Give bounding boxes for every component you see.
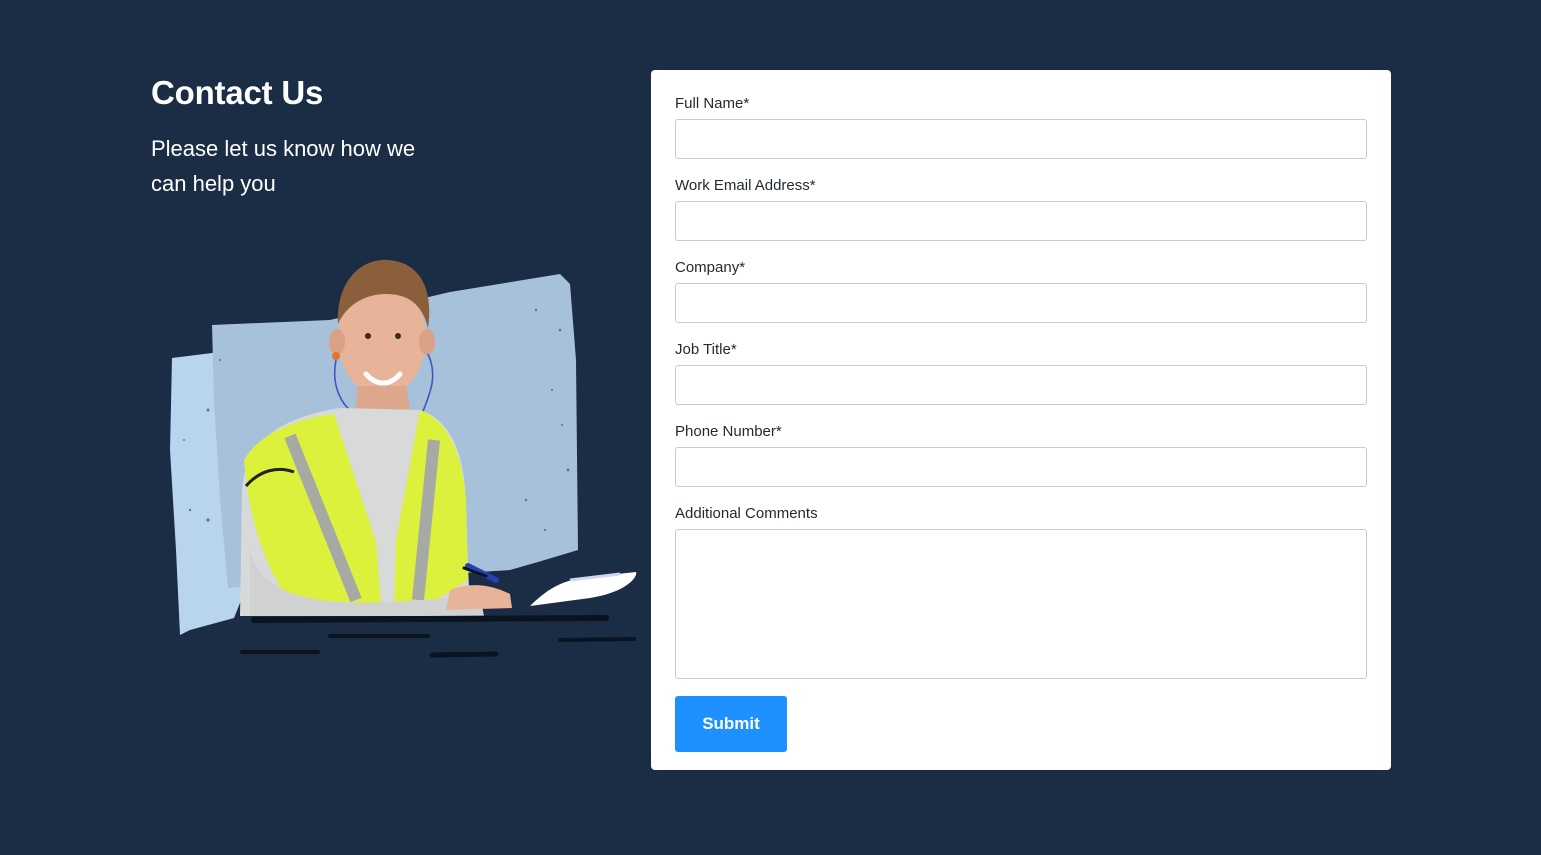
full-name-group: Full Name*: [675, 94, 1367, 159]
phone-number-group: Phone Number*: [675, 422, 1367, 487]
job-title-group: Job Title*: [675, 340, 1367, 405]
full-name-label: Full Name*: [675, 95, 750, 112]
additional-comments-label: Additional Comments: [675, 505, 818, 522]
full-name-input[interactable]: [675, 119, 1367, 159]
company-group: Company*: [675, 258, 1367, 323]
phone-number-input[interactable]: [675, 447, 1367, 487]
worker-illustration: [150, 250, 650, 670]
phone-number-label: Phone Number*: [675, 423, 782, 440]
job-title-label: Job Title*: [675, 341, 737, 358]
work-email-label: Work Email Address*: [675, 177, 816, 194]
page-subtitle: Please let us know how we can help you: [151, 136, 416, 196]
company-label: Company*: [675, 259, 746, 276]
page-title: Contact Us: [151, 74, 324, 111]
additional-comments-textarea[interactable]: [675, 529, 1367, 679]
additional-comments-group: Additional Comments: [675, 504, 1367, 679]
work-email-group: Work Email Address*: [675, 176, 1367, 241]
submit-button[interactable]: Submit: [675, 696, 787, 752]
contact-form: Full Name* Work Email Address* Company* …: [651, 70, 1391, 770]
work-email-input[interactable]: [675, 201, 1367, 241]
contact-intro: Contact Us Please let us know how we can…: [151, 70, 641, 201]
job-title-input[interactable]: [675, 365, 1367, 405]
company-input[interactable]: [675, 283, 1367, 323]
